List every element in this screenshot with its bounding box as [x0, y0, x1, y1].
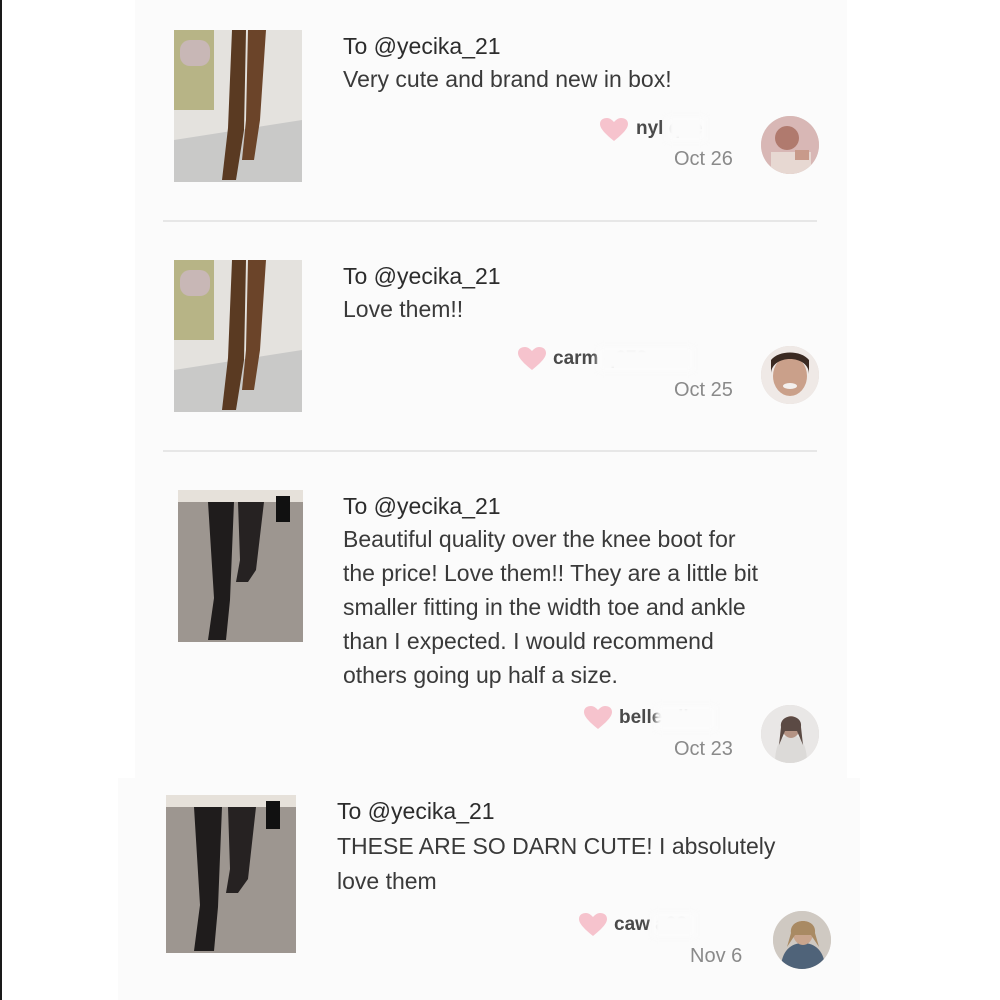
username-redaction [652, 912, 696, 938]
reviews-screen: To @yecika_21 Very cute and brand new in… [0, 0, 1000, 1000]
review-photo[interactable] [166, 795, 296, 953]
review-item: To @yecika_21 THESE ARE SO DARN CUTE! I … [0, 0, 1000, 1000]
review-date: Nov 6 [690, 945, 743, 967]
review-recipient: To @yecika_21 [337, 798, 495, 824]
review-text-line: THESE ARE SO DARN CUTE! I absolutely [337, 833, 776, 859]
heart-icon[interactable] [579, 913, 607, 937]
avatar[interactable] [773, 911, 831, 969]
review-text-line: love them [337, 868, 437, 894]
